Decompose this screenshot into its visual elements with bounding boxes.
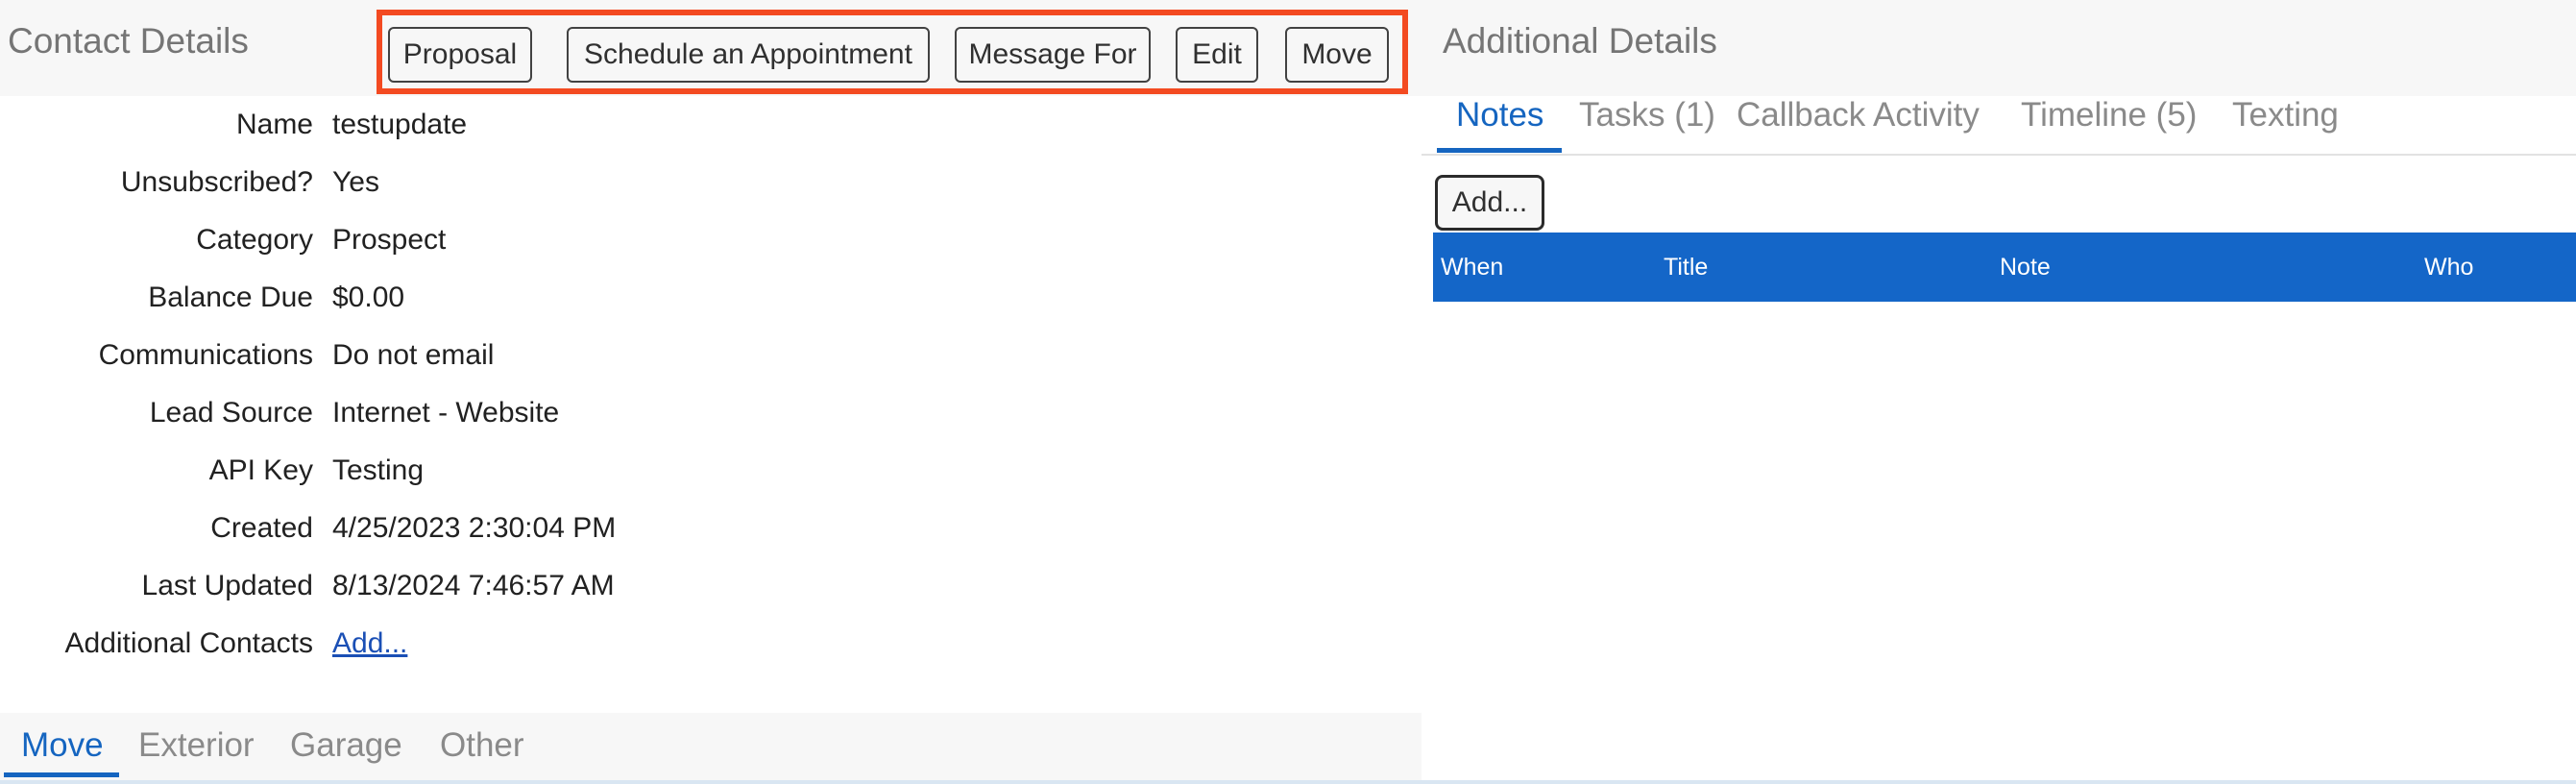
lead-source-label: Lead Source [149,397,313,429]
column-title[interactable]: Title [1664,254,1708,282]
additional-details-header: Additional Details [1422,0,2576,96]
column-when[interactable]: When [1441,254,1503,282]
schedule-appointment-button[interactable]: Schedule an Appointment [567,27,930,83]
tab-move[interactable]: Move [21,726,104,765]
active-tab-underline [1437,148,1562,153]
tab-notes[interactable]: Notes [1456,96,1543,135]
edit-button[interactable]: Edit [1176,27,1258,83]
bottom-divider [0,780,2576,784]
additional-contacts-add-link[interactable]: Add... [332,627,407,660]
last-updated-value: 8/13/2024 7:46:57 AM [332,570,615,601]
created-label: Created [210,512,313,544]
tab-texting[interactable]: Texting [2232,96,2339,135]
tab-tasks[interactable]: Tasks (1) [1579,96,1715,135]
category-value: Prospect [332,224,447,256]
tab-exterior[interactable]: Exterior [138,726,255,765]
api-key-value: Testing [332,454,425,486]
contact-details-title: Contact Details [8,21,249,61]
active-tab-underline [4,772,119,777]
additional-details-title: Additional Details [1443,21,1717,61]
communications-label: Communications [98,339,313,371]
api-key-label: API Key [208,454,313,486]
notes-table-header: When Title Note Who [1433,233,2576,302]
name-label: Name [235,109,313,140]
contact-details-header: Contact Details Proposal Schedule an App… [0,0,1422,96]
column-who[interactable]: Who [2424,254,2473,282]
action-toolbar-highlight: Proposal Schedule an Appointment Message… [377,10,1408,94]
lead-source-value: Internet - Website [332,397,560,429]
name-value: testupdate [332,109,468,140]
proposal-button[interactable]: Proposal [388,27,532,83]
created-value: 4/25/2023 2:30:04 PM [332,512,617,544]
balance-due-label: Balance Due [148,282,313,313]
additional-details-tabs: Notes Tasks (1) Callback Activity Timeli… [1422,96,2576,156]
message-for-button[interactable]: Message For [955,27,1151,83]
tab-timeline[interactable]: Timeline (5) [2021,96,2197,135]
additional-contacts-label: Additional Contacts [64,627,314,659]
tab-other[interactable]: Other [440,726,524,765]
tab-garage[interactable]: Garage [290,726,402,765]
tab-callback-activity[interactable]: Callback Activity [1737,96,1980,135]
communications-value: Do not email [332,339,495,371]
unsubscribed-label: Unsubscribed? [120,166,313,198]
bottom-tabs: Move Exterior Garage Other [0,713,1422,784]
column-note[interactable]: Note [2000,254,2051,282]
balance-due-value: $0.00 [332,282,405,313]
contact-details-panel: Contact Details Proposal Schedule an App… [0,0,1422,784]
move-button[interactable]: Move [1285,27,1389,83]
category-label: Category [196,224,313,256]
add-note-button[interactable]: Add... [1435,175,1544,231]
additional-details-panel: Additional Details Notes Tasks (1) Callb… [1422,0,2576,784]
unsubscribed-value: Yes [332,166,379,198]
last-updated-label: Last Updated [141,570,313,601]
